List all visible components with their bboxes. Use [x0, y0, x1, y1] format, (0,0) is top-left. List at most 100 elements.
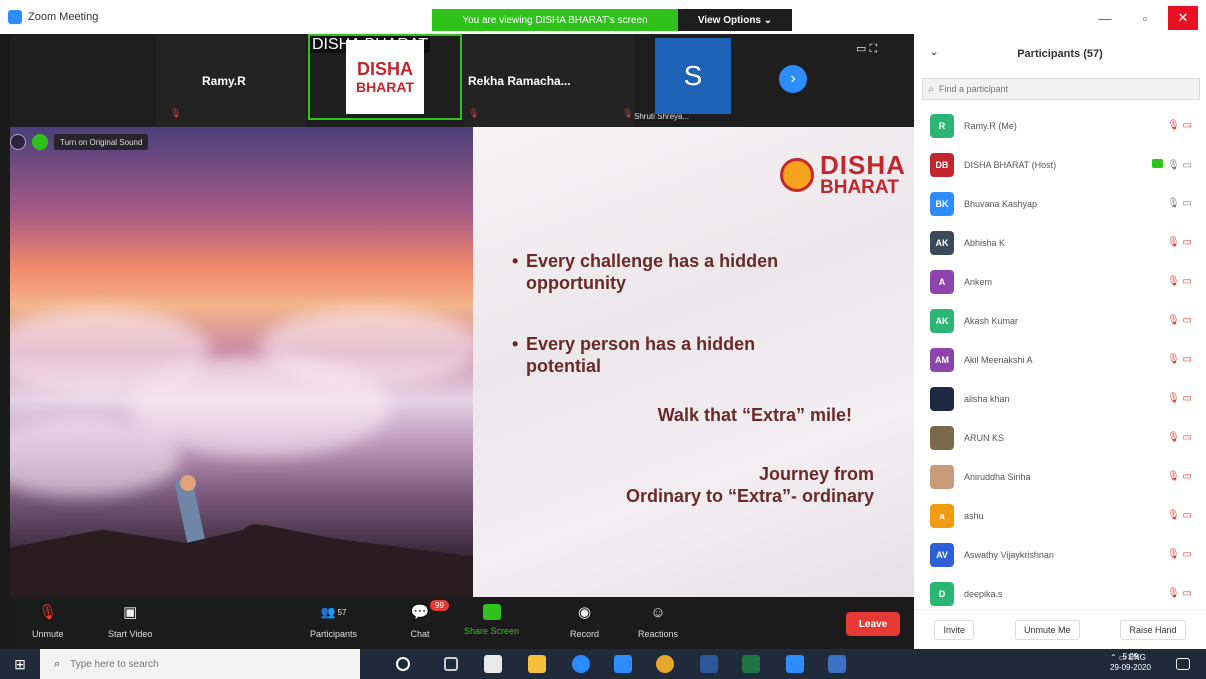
- participant-row[interactable]: BK Bhuvana Kashyap 🎙 ▭: [914, 184, 1206, 223]
- avatar: a: [930, 503, 954, 528]
- unmute-me-button[interactable]: Unmute Me: [1014, 619, 1080, 640]
- reactions-icon: ☺: [650, 603, 666, 621]
- mic-muted-icon: 🎙: [468, 108, 480, 118]
- taskbar-search[interactable]: ⌕: [40, 649, 360, 679]
- mic-muted-icon: 🎙: [38, 604, 58, 621]
- video-tile-disha-bharat[interactable]: DISHA BHARAT DISHA BHARAT: [308, 34, 462, 120]
- zoom-taskbar-icon[interactable]: [786, 655, 804, 673]
- participant-name: alisha khan: [964, 393, 1010, 404]
- avatar: DB: [930, 152, 954, 177]
- mic-muted-icon: 🎙 ▭: [1167, 276, 1192, 287]
- close-icon[interactable]: ✕: [1168, 6, 1198, 30]
- avatar: AK: [930, 230, 954, 255]
- task-view-icon[interactable]: [444, 657, 458, 671]
- tile-name: Rekha Ramacha...: [468, 74, 571, 88]
- reactions-button[interactable]: ☺ Reactions: [638, 601, 678, 640]
- chat-badge: 99: [430, 600, 449, 611]
- excel-icon[interactable]: [742, 655, 760, 673]
- taskbar-search-input[interactable]: [70, 658, 331, 670]
- tile-name: Ramy.R: [202, 74, 246, 88]
- panel-footer: Invite Unmute Me Raise Hand: [914, 609, 1206, 649]
- share-screen-button[interactable]: Share Screen: [464, 601, 519, 636]
- participant-row[interactable]: alisha khan 🎙 ▭: [914, 379, 1206, 418]
- word-icon[interactable]: [700, 655, 718, 673]
- participants-button[interactable]: 👥 57 Participants: [310, 601, 357, 639]
- disha-bharat-logo: DISHA BHARAT: [346, 40, 424, 114]
- mic-muted-icon: 🎙 ▭: [1167, 549, 1192, 560]
- file-explorer-icon[interactable]: [528, 655, 546, 673]
- start-video-button[interactable]: ▣ Start Video: [108, 601, 152, 639]
- taskbar-clock[interactable]: 5:09 29-09-2020: [1110, 651, 1151, 673]
- mic-muted-icon: 🎙 ▭: [1167, 237, 1192, 248]
- mic-muted-icon: 🎙 ▭: [1167, 432, 1192, 443]
- video-tile-ramy[interactable]: Ramy.R 🎙: [156, 34, 306, 127]
- participant-search[interactable]: ⌕: [922, 78, 1200, 100]
- mail-icon[interactable]: [614, 655, 632, 673]
- mic-muted-icon: 🎙 ▭: [1167, 315, 1192, 326]
- participant-row[interactable]: Aniruddha Sinha 🎙 ▭: [914, 457, 1206, 496]
- participant-row[interactable]: R Ramy.R (Me) 🎙 ▭: [914, 106, 1206, 145]
- unmute-button[interactable]: 🎙 Unmute: [32, 601, 64, 639]
- chevron-down-icon[interactable]: ⌄: [930, 47, 938, 58]
- zoom-app-icon: [8, 10, 22, 24]
- edge-icon[interactable]: [572, 655, 590, 673]
- mic-muted-icon: 🎙 ▭: [1167, 471, 1192, 482]
- participant-name: Ramy.R (Me): [964, 120, 1017, 131]
- avatar: [930, 425, 954, 450]
- cortana-icon[interactable]: [396, 657, 410, 671]
- participant-row[interactable]: DB DISHA BHARAT (Host) 🎙 ▭: [914, 145, 1206, 184]
- mic-muted-icon: 🎙: [622, 108, 634, 118]
- chat-icon: 💬: [410, 604, 430, 621]
- participant-row[interactable]: AK Abhisha K 🎙 ▭: [914, 223, 1206, 262]
- minimize-icon[interactable]: —: [1090, 6, 1120, 30]
- avatar: S: [655, 38, 731, 114]
- chat-button[interactable]: 💬 Chat: [410, 601, 430, 639]
- avatar: [930, 464, 954, 489]
- participants-icon: 👥 57: [320, 605, 347, 619]
- next-page-chevron-icon[interactable]: ›: [779, 65, 807, 93]
- participant-name: DISHA BHARAT (Host): [964, 159, 1057, 170]
- slide-bullet: • Every challenge has a hidden opportunit…: [512, 251, 779, 293]
- windows-taskbar: ⊞ ⌕: [0, 649, 1206, 679]
- rock-silhouette: [10, 525, 473, 597]
- security-shield-icon[interactable]: [32, 134, 48, 150]
- window-title: Zoom Meeting: [28, 11, 99, 23]
- participant-name: Aswathy Vijaykrishnan: [964, 549, 1054, 560]
- store-icon[interactable]: [484, 655, 502, 673]
- video-off-icon: ▣: [123, 604, 138, 621]
- video-tile-rekha[interactable]: Rekha Ramacha... 🎙: [464, 34, 634, 127]
- original-sound-button[interactable]: Turn on Original Sound: [54, 134, 149, 150]
- participant-row[interactable]: A Ankem 🎙 ▭: [914, 262, 1206, 301]
- mic-muted-icon: 🎙 ▭: [1167, 393, 1192, 404]
- record-button[interactable]: ◉ Record: [570, 601, 599, 639]
- participant-name: Bhuvana Kashyap: [964, 198, 1038, 209]
- powerpoint-icon[interactable]: [828, 655, 846, 673]
- participant-row[interactable]: AK Akash Kumar 🎙 ▭: [914, 301, 1206, 340]
- share-screen-icon: [482, 604, 501, 620]
- maximize-icon[interactable]: ▫: [1130, 6, 1160, 30]
- slide-line: Walk that “Extra” mile!: [657, 405, 852, 425]
- participant-name: Akil Meenakshi A: [964, 354, 1033, 365]
- mic-muted-icon: 🎙 ▭: [1167, 588, 1192, 599]
- view-options-button[interactable]: View Options ⌄: [678, 9, 792, 31]
- participant-list: R Ramy.R (Me) 🎙 ▭ DB DISHA BHARAT (Host) 🎙 ▭ B…: [914, 106, 1206, 613]
- notification-icon[interactable]: [1176, 658, 1190, 670]
- windows-start-icon[interactable]: ⊞: [0, 649, 40, 679]
- participant-name: Aniruddha Sinha: [964, 471, 1031, 482]
- leave-button[interactable]: Leave: [846, 612, 900, 636]
- avatar: AM: [930, 347, 954, 372]
- panel-title: Participants (57): [1017, 48, 1103, 60]
- slide-bullet: • Every person has a hidden potential: [512, 334, 756, 376]
- raise-hand-button[interactable]: Raise Hand: [1120, 619, 1186, 640]
- info-icon[interactable]: [10, 134, 26, 150]
- mic-on-icon: 🎙 ▭: [1167, 198, 1192, 209]
- invite-button[interactable]: Invite: [934, 619, 974, 640]
- search-input[interactable]: [939, 84, 1179, 94]
- participant-row[interactable]: AM Akil Meenakshi A 🎙 ▭: [914, 340, 1206, 379]
- participant-row[interactable]: ARUN KS 🎙 ▭: [914, 418, 1206, 457]
- participant-row[interactable]: AV Aswathy Vijaykrishnan 🎙 ▭: [914, 535, 1206, 574]
- participant-row[interactable]: Ddeepika.s 🎙 ▭: [914, 574, 1206, 613]
- participant-row[interactable]: a ashu 🎙 ▭: [914, 496, 1206, 535]
- gallery-view-icon[interactable]: ▭ ⛶: [856, 42, 877, 56]
- chrome-icon[interactable]: [656, 655, 674, 673]
